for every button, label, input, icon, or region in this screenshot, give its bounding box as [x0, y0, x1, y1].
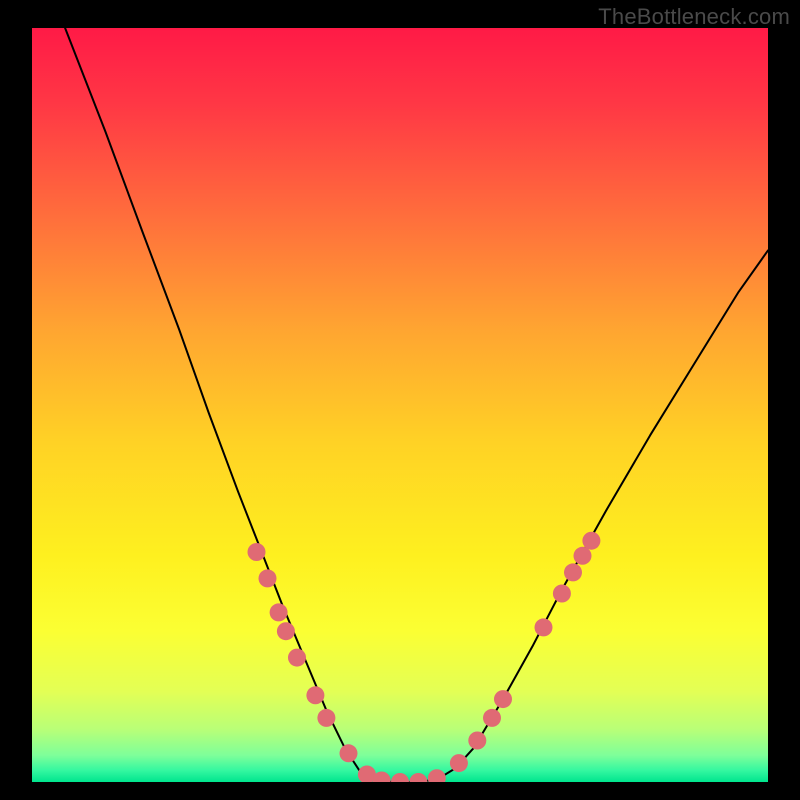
curve-marker-dot: [494, 690, 512, 708]
curve-marker-dot: [582, 532, 600, 550]
curve-marker-dot: [468, 732, 486, 750]
curve-marker-dot: [259, 569, 277, 587]
curve-marker-dot: [306, 686, 324, 704]
curve-marker-dot: [248, 543, 266, 561]
curve-marker-dot: [535, 618, 553, 636]
curve-marker-dot: [340, 744, 358, 762]
plot-svg: [32, 28, 768, 782]
chart-frame: TheBottleneck.com: [0, 0, 800, 800]
curve-marker-dot: [564, 563, 582, 581]
curve-marker-dot: [288, 649, 306, 667]
curve-marker-dot: [553, 585, 571, 603]
curve-marker-dot: [450, 754, 468, 772]
curve-marker-dot: [277, 622, 295, 640]
curve-marker-dot: [270, 603, 288, 621]
gradient-background: [32, 28, 768, 782]
curve-marker-dot: [317, 709, 335, 727]
curve-marker-dot: [574, 547, 592, 565]
curve-marker-dot: [483, 709, 501, 727]
watermark-text: TheBottleneck.com: [598, 4, 790, 30]
plot-area: [32, 28, 768, 782]
